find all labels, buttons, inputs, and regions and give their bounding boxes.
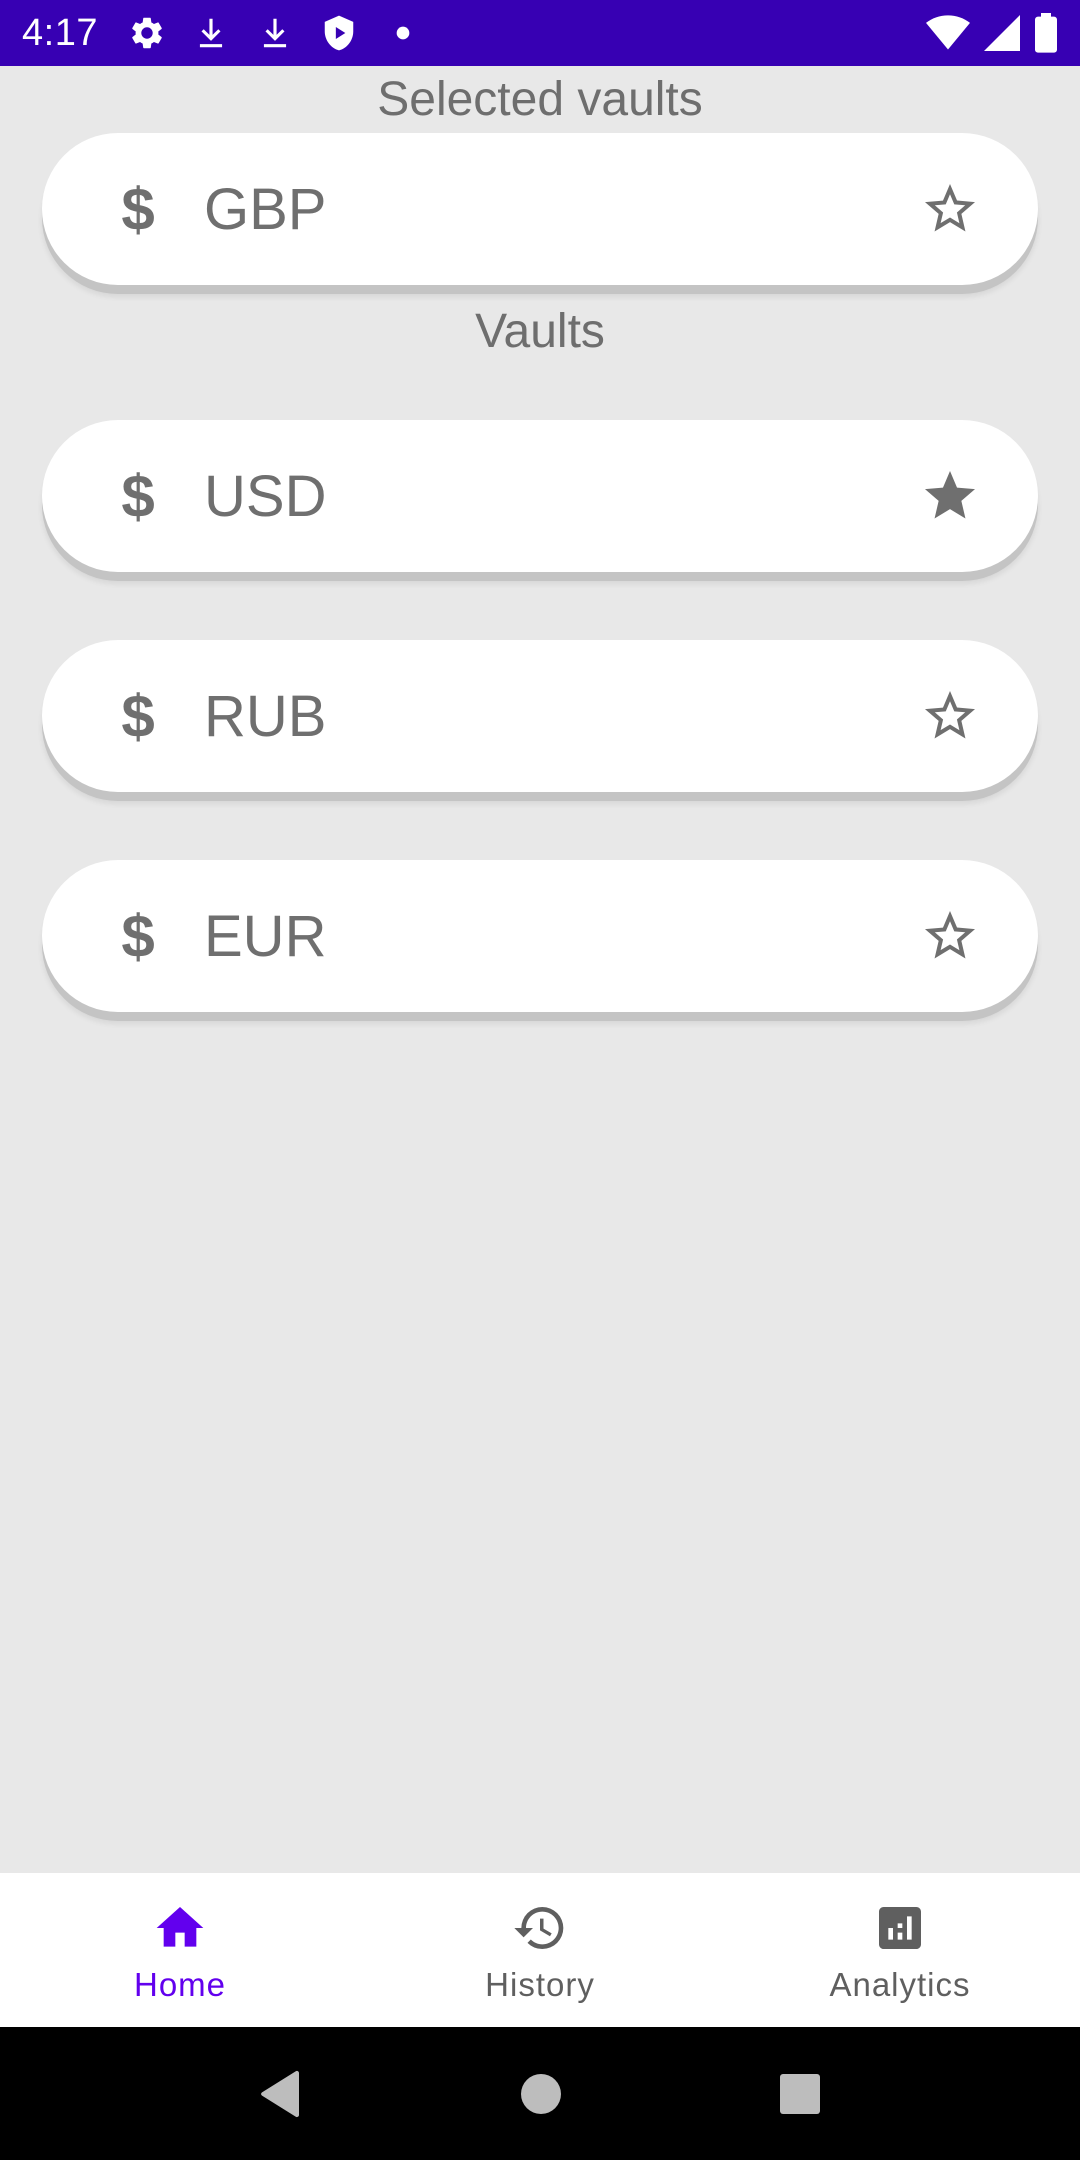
wifi-icon bbox=[926, 14, 970, 52]
vault-card-rub[interactable]: $ RUB bbox=[42, 640, 1038, 792]
screen: 4:17 Selected vaults $ GBP Vaults $ USD … bbox=[0, 0, 1080, 2160]
nav-item-history[interactable]: History bbox=[360, 1873, 720, 2027]
star-outline-icon[interactable] bbox=[920, 179, 980, 239]
dot-icon bbox=[384, 14, 422, 52]
signal-icon bbox=[984, 14, 1020, 52]
nav-label-history: History bbox=[485, 1966, 595, 2003]
settings-icon bbox=[128, 14, 166, 52]
star-outline-icon[interactable] bbox=[920, 906, 980, 966]
currency-icon: $ bbox=[121, 902, 155, 970]
vault-label: USD bbox=[204, 463, 327, 529]
download-icon bbox=[256, 14, 294, 52]
vault-label: RUB bbox=[204, 683, 327, 749]
vault-card-usd[interactable]: $ USD bbox=[42, 420, 1038, 572]
battery-icon bbox=[1034, 13, 1058, 53]
nav-label-home: Home bbox=[133, 1966, 227, 2003]
star-filled-icon[interactable] bbox=[920, 466, 980, 526]
status-bar: 4:17 bbox=[0, 0, 1080, 66]
home-icon bbox=[152, 1900, 208, 1956]
shield-play-icon bbox=[320, 14, 358, 52]
star-outline-icon[interactable] bbox=[920, 686, 980, 746]
vaults-title: Vaults bbox=[475, 305, 605, 358]
status-time: 4:17 bbox=[22, 11, 98, 54]
system-navigation-bar bbox=[0, 2027, 1080, 2160]
vault-card-eur[interactable]: $ EUR bbox=[42, 860, 1038, 1012]
analytics-icon bbox=[872, 1900, 928, 1956]
currency-icon: $ bbox=[121, 462, 155, 530]
status-notification-icons bbox=[128, 14, 422, 52]
download-icon bbox=[192, 14, 230, 52]
nav-item-analytics[interactable]: Analytics bbox=[720, 1873, 1080, 2027]
currency-icon: $ bbox=[121, 175, 155, 243]
home-circle-icon[interactable] bbox=[520, 2073, 562, 2115]
bottom-navigation: Home History Analytics bbox=[0, 1873, 1080, 2027]
vault-label: GBP bbox=[204, 176, 327, 242]
nav-item-home[interactable]: Home bbox=[0, 1873, 360, 2027]
nav-label-analytics: Analytics bbox=[829, 1966, 971, 2003]
selected-vaults-title: Selected vaults bbox=[377, 73, 703, 126]
status-system-icons bbox=[926, 13, 1058, 53]
vault-label: EUR bbox=[204, 903, 327, 969]
currency-icon: $ bbox=[121, 682, 155, 750]
back-icon[interactable] bbox=[259, 2070, 303, 2118]
recents-icon[interactable] bbox=[779, 2073, 821, 2115]
history-icon bbox=[512, 1900, 568, 1956]
vault-card-gbp[interactable]: $ GBP bbox=[42, 133, 1038, 285]
